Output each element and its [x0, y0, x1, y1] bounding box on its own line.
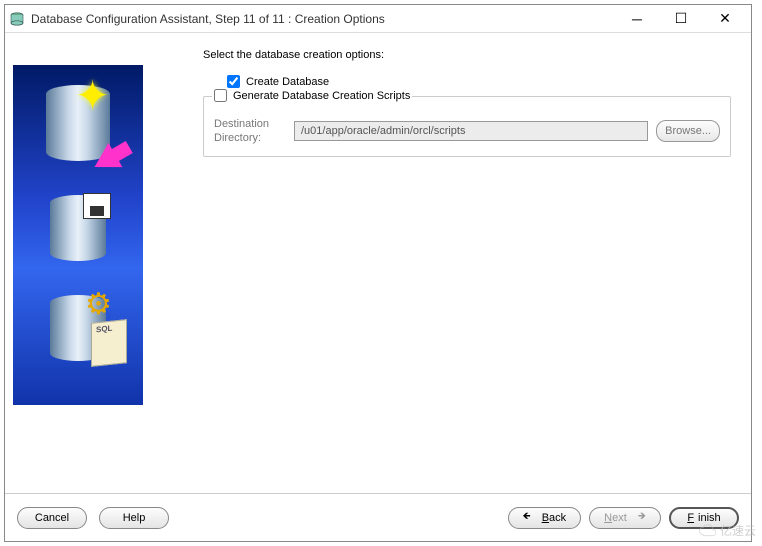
- next-arrow-icon: 🡺: [638, 509, 646, 526]
- back-button[interactable]: 🡸 Back: [508, 507, 582, 529]
- gear-icon: ⚙: [85, 287, 112, 322]
- dialog-window: Database Configuration Assistant, Step 1…: [4, 4, 752, 542]
- generate-scripts-fieldset: Generate Database Creation Scripts Desti…: [203, 96, 731, 157]
- destination-directory-input: [294, 121, 648, 141]
- window-title: Database Configuration Assistant, Step 1…: [31, 12, 615, 26]
- window-controls: ─ ☐ ✕: [615, 6, 747, 32]
- content-area: ✦ ⚙ Select the database creation options…: [5, 33, 751, 491]
- sql-scroll-icon: [91, 319, 127, 367]
- destination-directory-label: Destination Directory:: [214, 117, 286, 146]
- titlebar: Database Configuration Assistant, Step 1…: [5, 5, 751, 33]
- maximize-button[interactable]: ☐: [659, 6, 703, 32]
- main-panel: Select the database creation options: Cr…: [143, 41, 743, 491]
- minimize-button[interactable]: ─: [615, 6, 659, 32]
- create-database-checkbox[interactable]: [227, 75, 240, 88]
- app-icon: [9, 11, 25, 27]
- next-button: Next 🡺: [589, 507, 661, 529]
- generate-scripts-checkbox[interactable]: [214, 89, 227, 102]
- star-icon: ✦: [75, 71, 110, 120]
- button-bar: Cancel Help 🡸 Back Next 🡺 Finish: [5, 493, 751, 541]
- back-arrow-icon: 🡸: [523, 509, 531, 526]
- wizard-sidebar-image: ✦ ⚙: [13, 65, 143, 405]
- close-button[interactable]: ✕: [703, 6, 747, 32]
- create-database-option: Create Database: [203, 75, 731, 88]
- cancel-button[interactable]: Cancel: [17, 507, 87, 529]
- generate-scripts-label: Generate Database Creation Scripts: [233, 90, 410, 102]
- watermark: 亿速云: [698, 522, 756, 539]
- floppy-icon: [83, 193, 111, 219]
- browse-button: Browse...: [656, 120, 720, 142]
- help-button[interactable]: Help: [99, 507, 169, 529]
- create-database-label: Create Database: [246, 76, 329, 88]
- instruction-text: Select the database creation options:: [203, 49, 731, 61]
